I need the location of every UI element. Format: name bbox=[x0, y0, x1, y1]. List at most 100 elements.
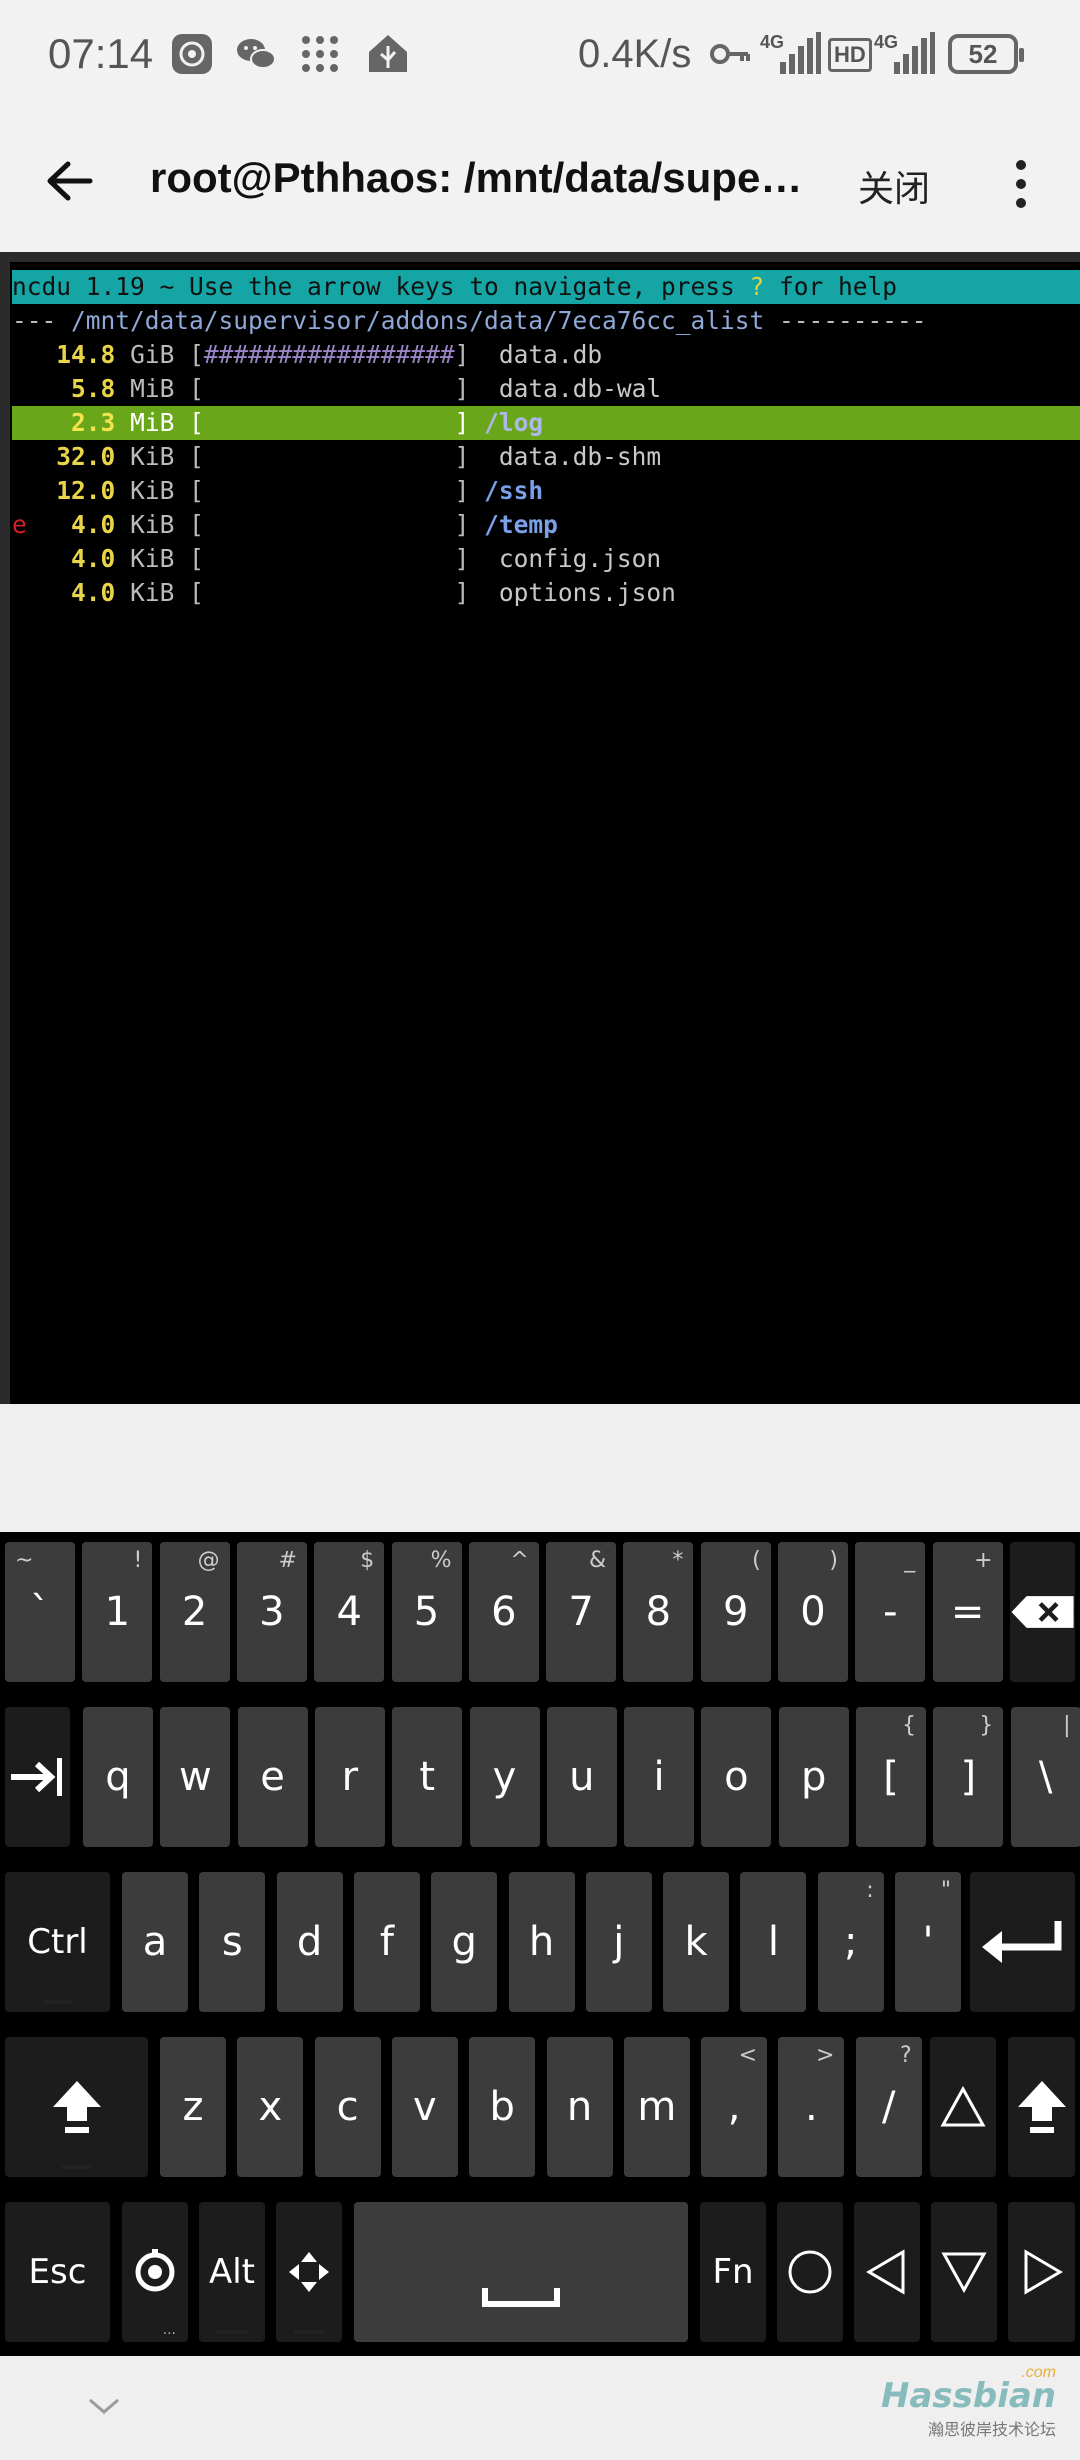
key-alt-label: & bbox=[588, 1548, 607, 1573]
ncdu-entry-row[interactable]: 4.0 KiB [ ] config.json bbox=[12, 542, 1080, 576]
file-name: options.json bbox=[498, 578, 676, 607]
key-comma[interactable]: , < bbox=[701, 2037, 768, 2177]
key-backtick[interactable]: ` ~ bbox=[5, 1542, 75, 1682]
key-n[interactable]: n bbox=[546, 2037, 613, 2177]
key-alt-label: _ bbox=[904, 1548, 916, 1573]
ncdu-entry-row[interactable]: e 4.0 KiB [ ] /temp bbox=[12, 508, 1080, 542]
dpad-key[interactable] bbox=[276, 2202, 342, 2342]
key-j[interactable]: j bbox=[585, 1872, 652, 2012]
key-backslash[interactable]: \ | bbox=[1010, 1707, 1080, 1847]
key-][interactable]: ]} bbox=[933, 1707, 1004, 1847]
ncdu-entry-row[interactable]: 32.0 KiB [ ] data.db-shm bbox=[12, 440, 1080, 474]
usage-bar bbox=[204, 510, 455, 539]
usage-bar bbox=[204, 578, 455, 607]
key-label: j bbox=[613, 1919, 625, 1965]
entry-unit: KiB bbox=[130, 578, 175, 607]
key-e[interactable]: e bbox=[237, 1707, 308, 1847]
key-f[interactable]: f bbox=[353, 1872, 420, 2012]
key-p[interactable]: p bbox=[778, 1707, 849, 1847]
key-row1-11[interactable]: - _ bbox=[855, 1542, 926, 1682]
entry-flag bbox=[12, 578, 27, 607]
key-b[interactable]: b bbox=[469, 2037, 536, 2177]
ncdu-entry-row[interactable]: 5.8 MiB [ ] data.db-wal bbox=[12, 372, 1080, 406]
key-t[interactable]: t bbox=[392, 1707, 463, 1847]
directory-name: /log bbox=[484, 408, 544, 437]
key-q[interactable]: q bbox=[83, 1707, 153, 1847]
key-g[interactable]: g bbox=[431, 1872, 498, 2012]
circle-key[interactable] bbox=[777, 2202, 843, 2342]
arrow-left-key[interactable] bbox=[854, 2202, 920, 2342]
back-button[interactable] bbox=[30, 146, 110, 216]
key-slash[interactable]: /? bbox=[855, 2037, 922, 2177]
usage-bar-open: [ bbox=[174, 476, 204, 505]
ncdu-entry-row[interactable]: 12.0 KiB [ ] /ssh bbox=[12, 474, 1080, 508]
arrow-down-key[interactable] bbox=[931, 2202, 997, 2342]
key-a[interactable]: a bbox=[122, 1872, 188, 2012]
key-y[interactable]: y bbox=[469, 1707, 540, 1847]
ncdu-entry-row[interactable]: 4.0 KiB [ ] options.json bbox=[12, 576, 1080, 610]
backspace-icon bbox=[1011, 1596, 1074, 1628]
more-options-button[interactable] bbox=[996, 154, 1046, 214]
key-v[interactable]: v bbox=[391, 2037, 458, 2177]
shift-left-key[interactable] bbox=[5, 2037, 148, 2177]
usage-bar bbox=[204, 442, 455, 471]
key-s[interactable]: s bbox=[199, 1872, 266, 2012]
key-row1-9[interactable]: 9( bbox=[700, 1542, 771, 1682]
key-c[interactable]: c bbox=[314, 2037, 381, 2177]
entry-flag bbox=[12, 340, 27, 369]
key-h[interactable]: h bbox=[508, 1872, 575, 2012]
key-x[interactable]: x bbox=[237, 2037, 304, 2177]
key-alt-label: @ bbox=[197, 1548, 220, 1573]
key-m[interactable]: m bbox=[623, 2037, 690, 2177]
tab-key[interactable] bbox=[5, 1707, 70, 1847]
key-r[interactable]: r bbox=[314, 1707, 385, 1847]
settings-key[interactable]: ... bbox=[122, 2202, 188, 2342]
arrow-right-key[interactable] bbox=[1008, 2202, 1075, 2342]
key-label: Fn bbox=[712, 2252, 754, 2292]
triangle-left-icon bbox=[866, 2249, 905, 2295]
fn-key[interactable]: Fn bbox=[700, 2202, 766, 2342]
key-d[interactable]: d bbox=[276, 1872, 343, 2012]
key-k[interactable]: k bbox=[663, 1872, 730, 2012]
enter-key[interactable] bbox=[970, 1872, 1075, 2012]
vpn-key-icon bbox=[710, 44, 750, 64]
key-i[interactable]: i bbox=[624, 1707, 695, 1847]
key-row1-12[interactable]: = + bbox=[932, 1542, 1003, 1682]
key-o[interactable]: o bbox=[701, 1707, 772, 1847]
triangle-icon bbox=[940, 2085, 986, 2127]
terminal-view[interactable]: ncdu 1.19 ~ Use the arrow keys to naviga… bbox=[0, 252, 1080, 1404]
chevron-down-icon[interactable] bbox=[84, 2386, 124, 2426]
ncdu-entry-row[interactable]: 14.8 GiB [#################] data.db bbox=[12, 338, 1080, 372]
key-z[interactable]: z bbox=[160, 2037, 226, 2177]
key-;[interactable]: ;: bbox=[817, 1872, 884, 2012]
key-w[interactable]: w bbox=[160, 1707, 231, 1847]
key-[[interactable]: [{ bbox=[856, 1707, 926, 1847]
space-key[interactable] bbox=[354, 2202, 688, 2342]
key-row1-8[interactable]: 8 * bbox=[623, 1542, 694, 1682]
key-row1-1[interactable]: 1! bbox=[82, 1542, 153, 1682]
ctrl-key[interactable]: Ctrl bbox=[5, 1872, 110, 2012]
triangle-key[interactable] bbox=[930, 2037, 996, 2177]
esc-key[interactable]: Esc bbox=[5, 2202, 110, 2342]
backspace-key[interactable] bbox=[1009, 1542, 1075, 1682]
usage-bar-open: [ bbox=[174, 510, 204, 539]
key-'[interactable]: ' " bbox=[895, 1872, 961, 2012]
key-row1-6[interactable]: 6 ^ bbox=[468, 1542, 539, 1682]
key-row1-2[interactable]: 2 @ bbox=[159, 1542, 230, 1682]
key-period[interactable]: . > bbox=[778, 2037, 845, 2177]
more-keys-dots: ... bbox=[162, 2322, 176, 2338]
key-row1-3[interactable]: 3 # bbox=[236, 1542, 307, 1682]
key-row1-10[interactable]: 0) bbox=[778, 1542, 848, 1682]
key-label: m bbox=[637, 2084, 677, 2130]
ncdu-entry-row[interactable]: 2.3 MiB [ ] /log bbox=[12, 406, 1080, 440]
shift-right-key[interactable] bbox=[1008, 2037, 1075, 2177]
key-label: = bbox=[950, 1589, 985, 1635]
alt-key[interactable]: Alt bbox=[199, 2202, 265, 2342]
key-u[interactable]: u bbox=[546, 1707, 617, 1847]
key-row1-7[interactable]: 7 & bbox=[546, 1542, 617, 1682]
key-row1-4[interactable]: 4 $ bbox=[314, 1542, 385, 1682]
key-l[interactable]: l bbox=[740, 1872, 807, 2012]
key-row1-5[interactable]: 5% bbox=[391, 1542, 462, 1682]
key-indicator bbox=[294, 2330, 324, 2334]
close-button[interactable]: 关闭 bbox=[858, 160, 930, 212]
